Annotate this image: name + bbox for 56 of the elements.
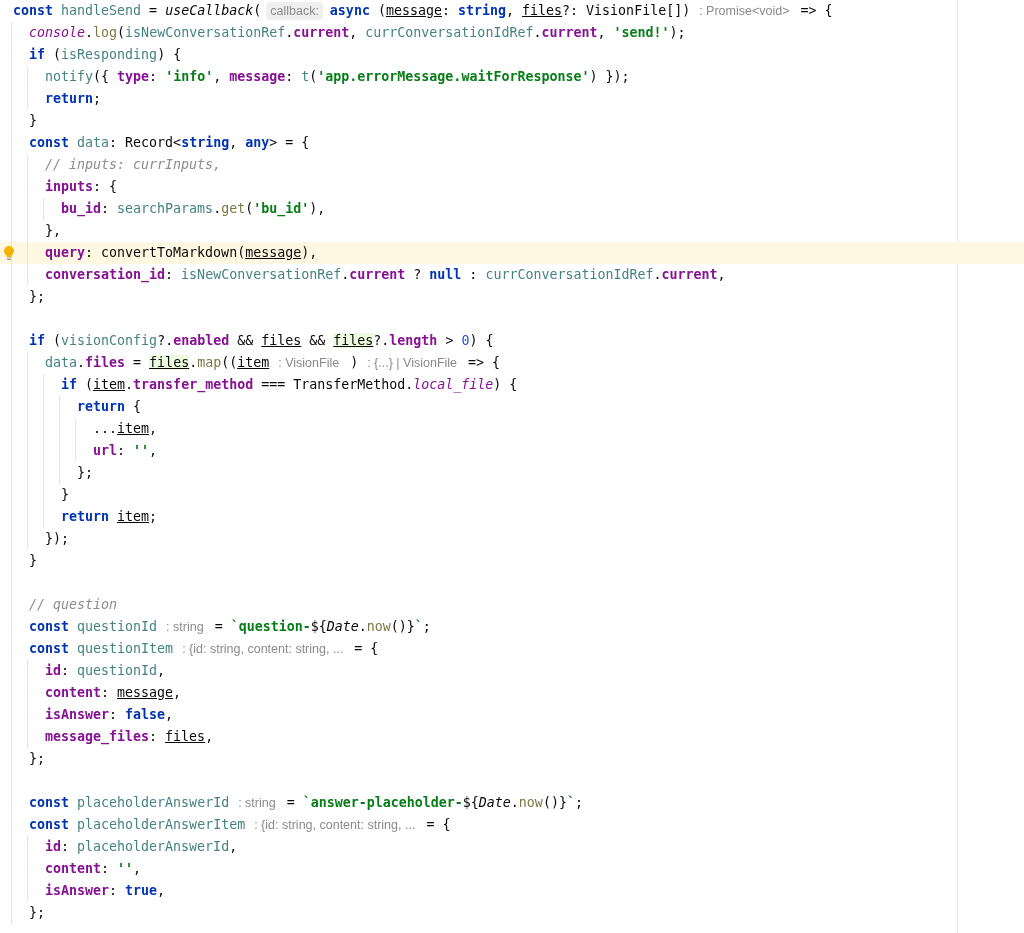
code-text: // question (29, 596, 118, 614)
code-text: return item; (61, 508, 158, 526)
inlay-hint: : string (165, 619, 205, 636)
code-text: const placeholderAnswerId (29, 794, 230, 812)
code-text: const handleSend = useCallback( (13, 2, 262, 20)
code-text: } (61, 486, 69, 504)
code-text: const placeholderAnswerItem (29, 816, 246, 834)
code-text: => { (800, 2, 833, 20)
inlay-hint: : Promise<void> (698, 3, 791, 20)
code-text: return { (77, 398, 142, 416)
code-text: isAnswer: true, (45, 882, 166, 900)
code-text: query: convertToMarkdown(message), (45, 244, 318, 262)
code-text: if (item.transfer_method === TransferMethod.local_file) { (61, 376, 518, 395)
code-text: url: '', (93, 442, 158, 460)
code-text: console.log(isNewConversationRef.current, currConversationIdRef.current, 'send!'); (29, 24, 686, 42)
code-text: const data: Record<string, any> = { (29, 134, 310, 152)
inlay-hint: callback: (266, 2, 323, 20)
code-text: }; (29, 904, 45, 922)
inlay-hint: : string (237, 795, 277, 812)
code-text: }, (45, 222, 61, 240)
code-text: ) (350, 354, 359, 372)
code-text: }; (29, 750, 45, 768)
code-text: conversation_id: isNewConversationRef.current ? null : currConversationIdRef.current, (45, 266, 726, 285)
code-text: // inputs: currInputs, (45, 156, 222, 174)
inlay-hint: : {id: string, content: string, ... (181, 641, 345, 658)
inlay-hint: : {...} | VisionFile (366, 355, 459, 372)
inlay-hint: : {id: string, content: string, ... (253, 817, 417, 834)
code-text: const questionItem (29, 640, 174, 658)
code-text: notify({ type: 'info', message: t('app.errorMessage.waitForResponse') }); (45, 68, 630, 86)
code-text: id: questionId, (45, 662, 166, 680)
code-text: ...item, (93, 420, 158, 438)
code-text: }; (29, 288, 45, 306)
lightbulb-icon[interactable] (3, 246, 15, 260)
code-text: isAnswer: false, (45, 706, 174, 724)
code-text: = { (354, 640, 379, 658)
code-text: const questionId (29, 618, 158, 636)
code-text: } (29, 112, 37, 130)
code-text: content: '', (45, 860, 142, 878)
code-text: = `question-${Date.now()}`; (214, 618, 431, 636)
code-text: => { (468, 354, 501, 372)
code-text: if (isResponding) { (29, 46, 182, 64)
code-text: message_files: files, (45, 728, 214, 747)
code-text: inputs: { (45, 178, 118, 196)
code-text: if (visionConfig?.enabled && files && files?.length > 0) { (29, 332, 494, 350)
code-text: = { (426, 816, 451, 834)
code-text: = `answer-placeholder-${Date.now()}`; (286, 794, 583, 812)
code-text: id: placeholderAnswerId, (45, 838, 238, 856)
code-text: content: message, (45, 684, 182, 702)
code-text: }; (77, 464, 93, 482)
code-text: } (29, 552, 37, 570)
code-text: async (message: string, files?: VisionFile[]) (329, 2, 691, 20)
inlay-hint: : VisionFile (277, 355, 341, 372)
code-text: return; (45, 90, 102, 108)
code-text: data.files = files.map((item (45, 354, 270, 372)
code-text: }); (45, 530, 70, 548)
code-text: bu_id: searchParams.get('bu_id'), (61, 200, 326, 219)
